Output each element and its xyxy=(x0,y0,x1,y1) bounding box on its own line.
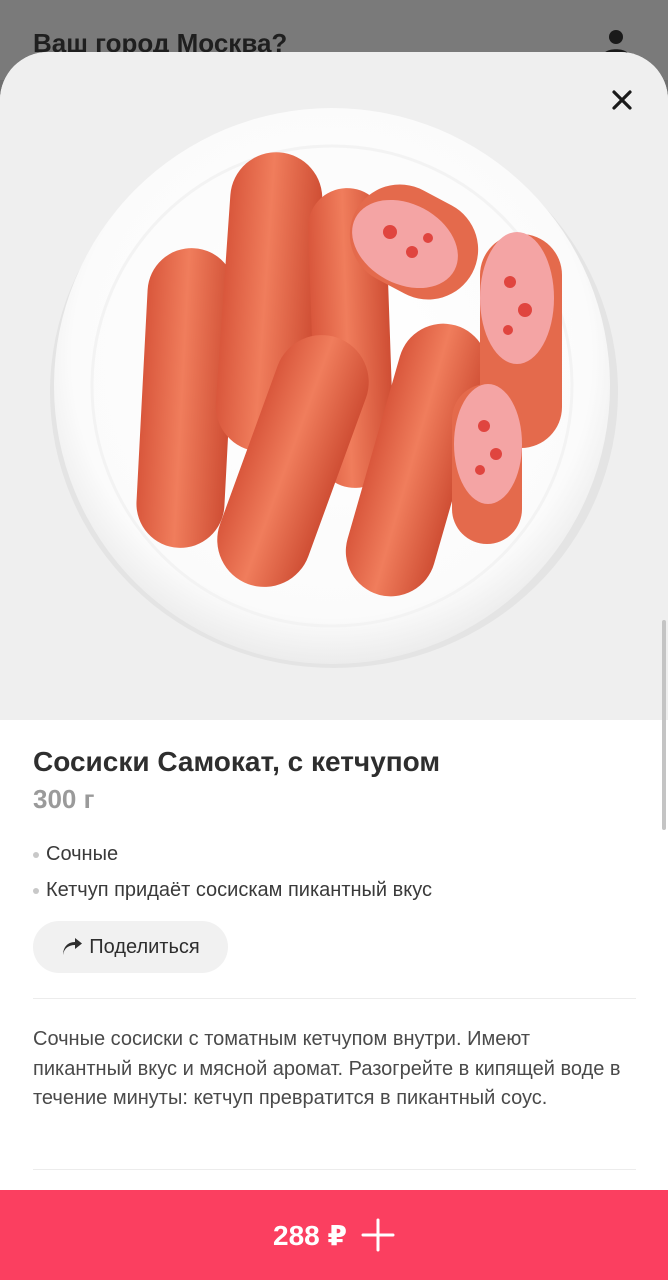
product-image xyxy=(0,52,668,720)
feature-item: Сочные xyxy=(33,836,432,872)
product-weight: 300 г xyxy=(33,784,95,814)
feature-list: Сочные Кетчуп придаёт сосискам пикантный… xyxy=(33,836,432,908)
product-photo xyxy=(50,108,618,668)
divider xyxy=(33,998,636,999)
price-label: 288 ₽ xyxy=(273,1219,347,1251)
add-to-cart-button[interactable]: 288 ₽ xyxy=(0,1190,668,1280)
bullet-icon xyxy=(33,887,39,894)
divider xyxy=(33,1169,636,1170)
share-arrow-icon xyxy=(63,938,83,955)
share-label: Поделиться xyxy=(89,935,200,958)
product-title: Сосиски Самокат, с кетчупом xyxy=(33,746,441,777)
product-description: Сочные сосиски с томатным кетчупом внутр… xyxy=(33,1028,621,1109)
plus-icon xyxy=(361,1218,395,1252)
scrollbar[interactable] xyxy=(662,620,666,830)
product-sheet: Сосиски Самокат, с кетчупом 300 г Сочные… xyxy=(0,52,668,1280)
sausage-cut-3 xyxy=(452,384,522,544)
bullet-icon xyxy=(33,851,39,858)
feature-text: Кетчуп придаёт сосискам пикантный вкус xyxy=(46,879,433,901)
close-button[interactable] xyxy=(604,82,640,118)
share-button[interactable]: Поделиться xyxy=(33,921,228,973)
feature-item: Кетчуп придаёт сосискам пикантный вкус xyxy=(33,872,432,908)
feature-text: Сочные xyxy=(46,843,119,865)
close-icon xyxy=(612,90,632,110)
